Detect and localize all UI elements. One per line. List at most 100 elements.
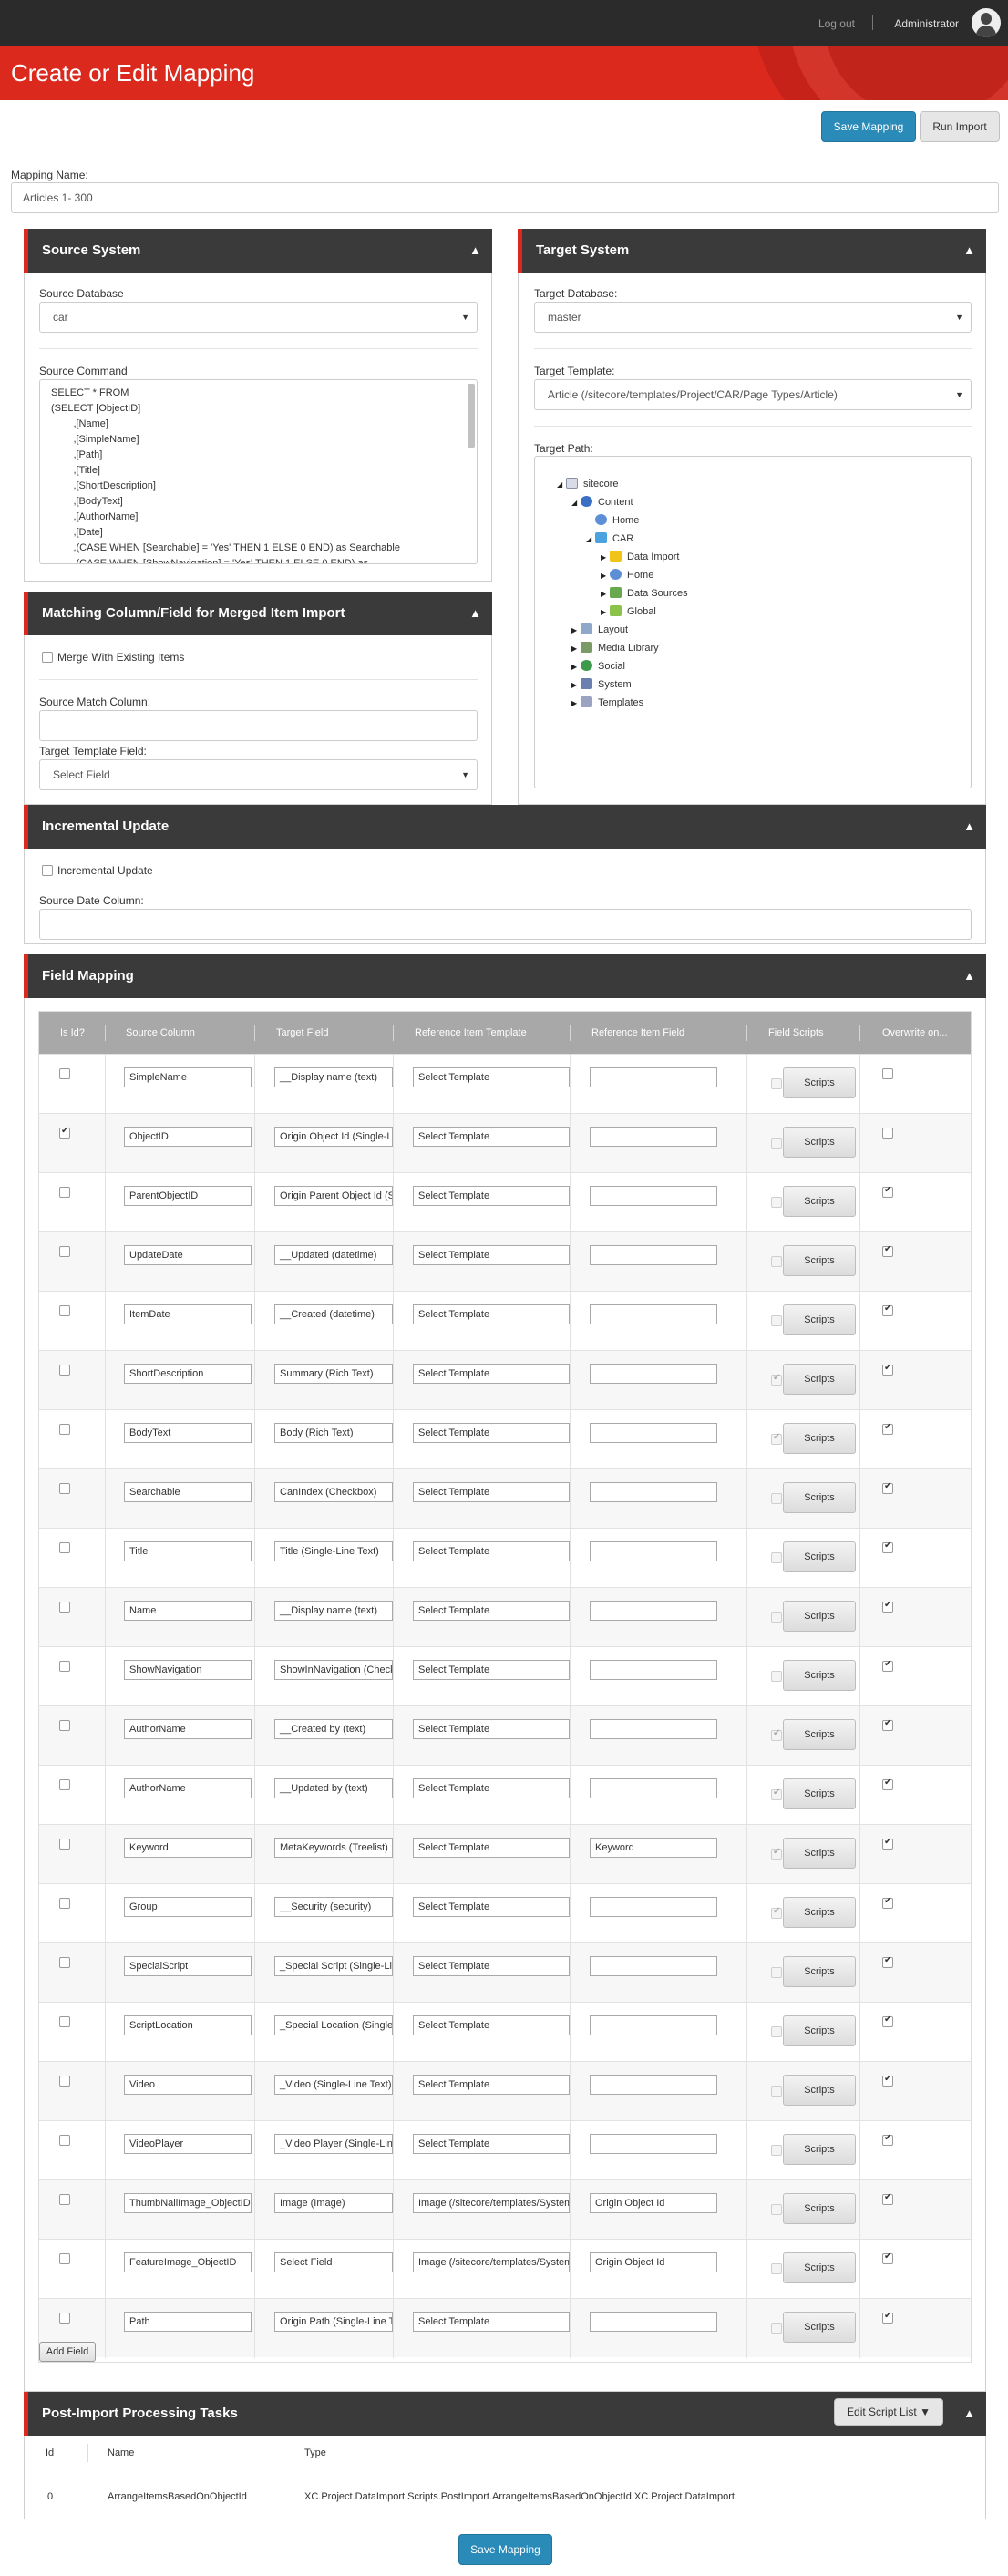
is-id-checkbox[interactable]: [59, 2135, 70, 2146]
reference-field-input[interactable]: Origin Object Id: [590, 2193, 717, 2213]
scripts-button[interactable]: Scripts: [783, 1482, 856, 1513]
reference-template-select[interactable]: Select Template: [413, 1719, 570, 1739]
overwrite-checkbox[interactable]: [882, 1600, 893, 1613]
is-id-checkbox[interactable]: [59, 1483, 70, 1494]
reference-template-select[interactable]: Select Template: [413, 1304, 570, 1324]
reference-field-input[interactable]: [590, 1304, 717, 1324]
source-column-input[interactable]: BodyText: [124, 1423, 252, 1443]
run-import-button[interactable]: Run Import: [920, 111, 1000, 142]
source-column-input[interactable]: ObjectID: [124, 1127, 252, 1147]
reference-template-select[interactable]: Select Template: [413, 1541, 570, 1561]
scripts-button[interactable]: Scripts: [783, 2252, 856, 2283]
source-column-input[interactable]: Searchable: [124, 1482, 252, 1502]
expand-toggle-icon[interactable]: ▶: [571, 642, 581, 656]
reference-template-select[interactable]: Select Template: [413, 1245, 570, 1265]
source-column-input[interactable]: Name: [124, 1601, 252, 1621]
tree-node-car[interactable]: ◢ CAR: [586, 531, 633, 546]
reference-field-input[interactable]: [590, 2312, 717, 2332]
overwrite-checkbox[interactable]: [882, 2192, 893, 2205]
scrollbar[interactable]: [468, 384, 475, 448]
target-field-select[interactable]: Body (Rich Text): [274, 1423, 393, 1443]
reference-template-select[interactable]: Select Template: [413, 2312, 570, 2332]
expand-toggle-icon[interactable]: ▶: [601, 569, 610, 583]
target-template-field-select[interactable]: Select Field ▼: [39, 759, 478, 790]
expand-toggle-icon[interactable]: ▶: [571, 696, 581, 711]
reference-field-input[interactable]: Origin Object Id: [590, 2252, 717, 2272]
expand-toggle-icon[interactable]: ▶: [571, 623, 581, 638]
source-column-input[interactable]: ParentObjectID: [124, 1186, 252, 1206]
is-id-checkbox[interactable]: [59, 1602, 70, 1613]
reference-field-input[interactable]: [590, 1423, 717, 1443]
overwrite-checkbox[interactable]: [882, 1244, 893, 1257]
tree-node-social[interactable]: ▶ Social: [571, 659, 625, 674]
expand-toggle-icon[interactable]: ▶: [601, 551, 610, 565]
incremental-update-checkbox[interactable]: [42, 865, 53, 876]
target-system-header[interactable]: Target System ▲: [518, 229, 986, 273]
scripts-button[interactable]: Scripts: [783, 2193, 856, 2224]
collapse-icon[interactable]: ▲: [963, 229, 975, 273]
scripts-button[interactable]: Scripts: [783, 2075, 856, 2106]
expand-toggle-icon[interactable]: ▶: [601, 605, 610, 620]
reference-field-input[interactable]: [590, 1364, 717, 1384]
is-id-checkbox[interactable]: [59, 1424, 70, 1435]
expand-toggle-icon[interactable]: ◢: [571, 496, 581, 510]
reference-template-select[interactable]: Select Template: [413, 1186, 570, 1206]
is-id-checkbox[interactable]: [59, 2253, 70, 2264]
reference-field-input[interactable]: [590, 2134, 717, 2154]
scripts-button[interactable]: Scripts: [783, 1956, 856, 1987]
scripts-button[interactable]: Scripts: [783, 1660, 856, 1691]
reference-field-input[interactable]: [590, 1660, 717, 1680]
scripts-button[interactable]: Scripts: [783, 1067, 856, 1098]
source-column-input[interactable]: ShortDescription: [124, 1364, 252, 1384]
save-mapping-button[interactable]: Save Mapping: [821, 111, 916, 142]
is-id-checkbox[interactable]: [59, 2194, 70, 2205]
scripts-button[interactable]: Scripts: [783, 1838, 856, 1869]
scripts-button[interactable]: Scripts: [783, 1719, 856, 1750]
reference-template-select[interactable]: Select Template: [413, 1956, 570, 1976]
reference-field-input[interactable]: Keyword: [590, 1838, 717, 1858]
collapse-icon[interactable]: ▲: [963, 805, 975, 849]
source-column-input[interactable]: Keyword: [124, 1838, 252, 1858]
reference-field-input[interactable]: [590, 1719, 717, 1739]
tree-node-templates[interactable]: ▶ Templates: [571, 696, 643, 710]
reference-template-select[interactable]: Select Template: [413, 1127, 570, 1147]
target-field-select[interactable]: Summary (Rich Text): [274, 1364, 393, 1384]
reference-field-input[interactable]: [590, 1956, 717, 1976]
overwrite-checkbox[interactable]: [882, 2133, 893, 2146]
overwrite-checkbox[interactable]: [882, 1837, 893, 1850]
source-column-input[interactable]: FeatureImage_ObjectID: [124, 2252, 252, 2272]
overwrite-checkbox[interactable]: [882, 2251, 893, 2264]
target-field-select[interactable]: _Special Script (Single-Line Text): [274, 1956, 393, 1976]
is-id-checkbox[interactable]: [59, 1661, 70, 1672]
is-id-checkbox[interactable]: [59, 1365, 70, 1376]
is-id-checkbox[interactable]: [59, 1246, 70, 1257]
overwrite-checkbox[interactable]: [882, 2311, 893, 2324]
tree-node-layout[interactable]: ▶ Layout: [571, 623, 628, 637]
scripts-button[interactable]: Scripts: [783, 2134, 856, 2165]
tree-node-data-import[interactable]: ▶ Data Import: [601, 550, 679, 564]
expand-toggle-icon[interactable]: ◢: [586, 532, 595, 547]
target-field-select[interactable]: MetaKeywords (Treelist): [274, 1838, 393, 1858]
scripts-button[interactable]: Scripts: [783, 1245, 856, 1276]
reference-template-select[interactable]: Select Template: [413, 2075, 570, 2095]
overwrite-checkbox[interactable]: [882, 1128, 893, 1139]
overwrite-checkbox[interactable]: [882, 1481, 893, 1494]
expand-toggle-icon[interactable]: ▶: [571, 678, 581, 693]
target-field-select[interactable]: Origin Path (Single-Line Text): [274, 2312, 393, 2332]
is-id-checkbox[interactable]: [59, 1126, 70, 1139]
reference-template-select[interactable]: Select Template: [413, 1067, 570, 1087]
merge-header[interactable]: Matching Column/Field for Merged Item Im…: [24, 592, 492, 635]
scripts-button[interactable]: Scripts: [783, 1423, 856, 1454]
source-column-input[interactable]: Title: [124, 1541, 252, 1561]
reference-field-input[interactable]: [590, 1897, 717, 1917]
overwrite-checkbox[interactable]: [882, 1777, 893, 1790]
reference-field-input[interactable]: [590, 1186, 717, 1206]
target-field-select[interactable]: Title (Single-Line Text): [274, 1541, 393, 1561]
overwrite-checkbox[interactable]: [882, 1718, 893, 1731]
tree-node-home[interactable]: Home: [586, 513, 639, 528]
is-id-checkbox[interactable]: [59, 1779, 70, 1790]
collapse-icon[interactable]: ▲: [469, 592, 481, 635]
source-column-input[interactable]: SpecialScript: [124, 1956, 252, 1976]
is-id-checkbox[interactable]: [59, 1305, 70, 1316]
overwrite-checkbox[interactable]: [882, 2014, 893, 2027]
